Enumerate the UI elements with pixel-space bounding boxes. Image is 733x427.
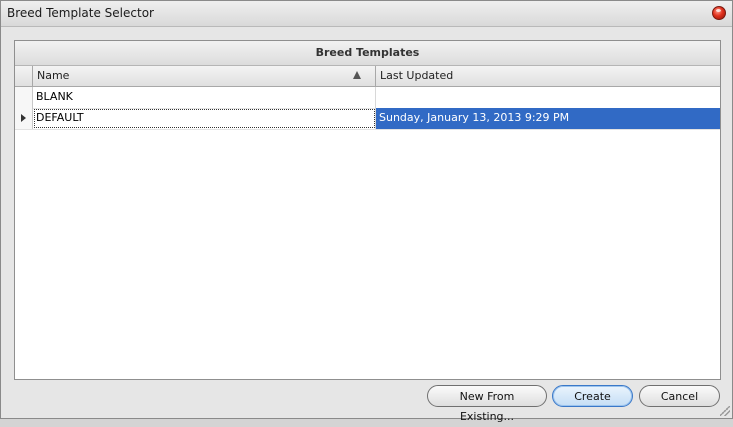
row-indicator[interactable] bbox=[15, 108, 33, 129]
breed-templates-grid: Breed Templates Name Last Updated BLANK … bbox=[14, 40, 721, 380]
create-button[interactable]: Create bbox=[552, 385, 633, 407]
row-header-corner bbox=[15, 66, 33, 86]
column-header-name-label: Name bbox=[37, 69, 70, 82]
new-from-existing-button[interactable]: New From Existing... bbox=[427, 385, 547, 423]
sort-ascending-icon bbox=[353, 71, 361, 79]
last-updated-cell[interactable] bbox=[376, 87, 720, 108]
row-indicator[interactable] bbox=[15, 87, 33, 108]
name-cell[interactable]: BLANK bbox=[33, 87, 376, 108]
column-header-last-updated[interactable]: Last Updated bbox=[376, 66, 720, 86]
cancel-button[interactable]: Cancel bbox=[639, 385, 720, 407]
close-icon[interactable] bbox=[712, 6, 726, 20]
grid-header-row: Name Last Updated bbox=[15, 66, 720, 87]
resize-grip-icon[interactable] bbox=[720, 406, 730, 416]
title-bar[interactable]: Breed Template Selector bbox=[1, 1, 732, 27]
last-updated-cell[interactable]: Sunday, January 13, 2013 9:29 PM bbox=[376, 108, 720, 129]
column-header-name[interactable]: Name bbox=[33, 66, 376, 86]
table-row-selected[interactable]: DEFAULT Sunday, January 13, 2013 9:29 PM bbox=[15, 108, 720, 130]
column-header-last-updated-label: Last Updated bbox=[380, 69, 454, 82]
name-cell[interactable]: DEFAULT bbox=[33, 108, 376, 129]
dialog-window: Breed Template Selector Breed Templates … bbox=[0, 0, 733, 423]
grid-caption: Breed Templates bbox=[15, 41, 720, 66]
table-row[interactable]: BLANK bbox=[15, 87, 720, 109]
window-title: Breed Template Selector bbox=[7, 6, 154, 20]
row-pointer-icon bbox=[21, 114, 26, 122]
